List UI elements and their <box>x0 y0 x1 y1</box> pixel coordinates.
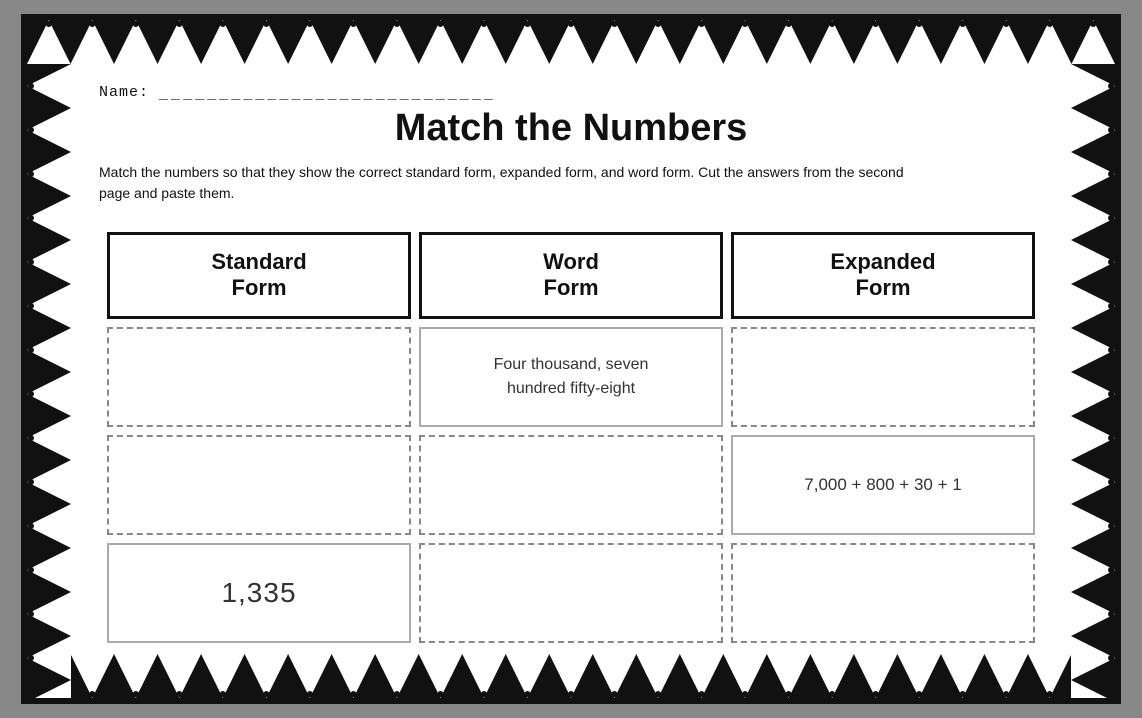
matching-table: StandardForm WordForm ExpandedForm <box>99 224 1043 651</box>
border-right <box>1071 64 1115 704</box>
row2-standard <box>107 435 411 535</box>
name-field: Name: ____________________________ <box>99 82 1043 101</box>
instructions-text: Match the numbers so that they show the … <box>99 162 919 204</box>
table-row: 7,000 + 800 + 30 + 1 <box>107 435 1035 535</box>
header-standard-form: StandardForm <box>107 232 411 319</box>
table-row: Four thousand, sevenhundred fifty-eight <box>107 327 1035 427</box>
row3-standard: 1,335 <box>107 543 411 643</box>
row1-word: Four thousand, sevenhundred fifty-eight <box>419 327 723 427</box>
table-row: 1,335 <box>107 543 1035 643</box>
page-title: Match the Numbers <box>99 107 1043 150</box>
table: StandardForm WordForm ExpandedForm <box>99 224 1043 651</box>
border-bottom <box>27 654 1115 698</box>
header-word-form: WordForm <box>419 232 723 319</box>
header-expanded-form: ExpandedForm <box>731 232 1035 319</box>
row1-standard <box>107 327 411 427</box>
row1-expanded <box>731 327 1035 427</box>
worksheet-page: Name: ____________________________ Match… <box>21 14 1121 704</box>
border-top <box>27 20 1115 64</box>
row3-expanded <box>731 543 1035 643</box>
content-area: Name: ____________________________ Match… <box>71 64 1071 654</box>
row3-word <box>419 543 723 643</box>
row2-expanded: 7,000 + 800 + 30 + 1 <box>731 435 1035 535</box>
row2-word <box>419 435 723 535</box>
border-left <box>27 64 71 704</box>
